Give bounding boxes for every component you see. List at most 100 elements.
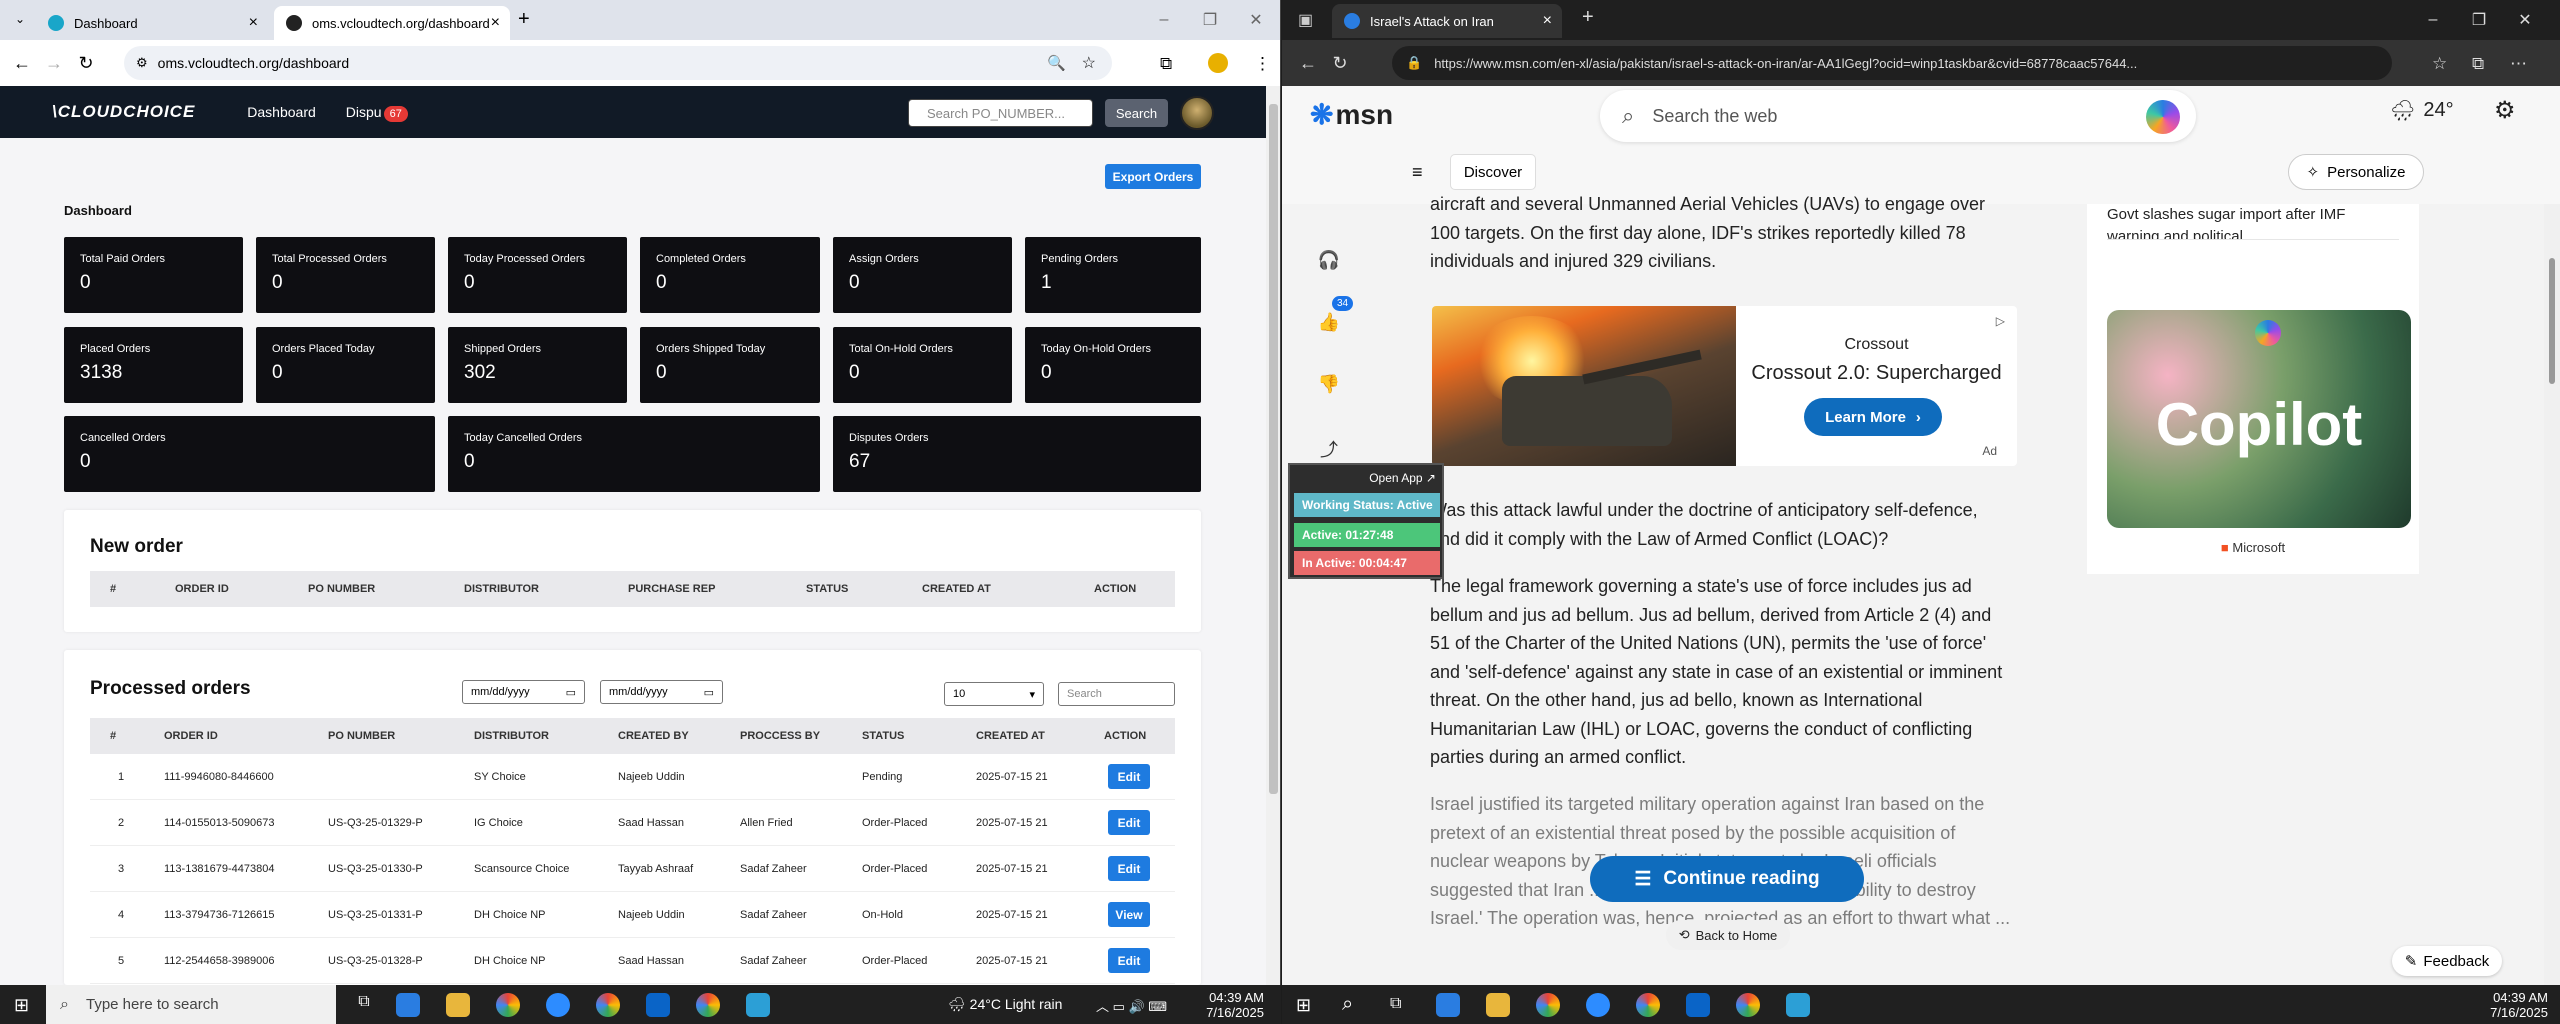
- thumbs-up-icon[interactable]: 👍: [1308, 312, 1350, 333]
- nav-disputes[interactable]: Dispu 67: [346, 104, 408, 122]
- stat-card[interactable]: Today On-Hold Orders 0: [1025, 327, 1201, 403]
- copilot-ad-card[interactable]: Copilot: [2107, 310, 2411, 528]
- stat-card[interactable]: Today Processed Orders 0: [448, 237, 627, 313]
- chrome-icon[interactable]: [1536, 993, 1560, 1017]
- favorites-star-icon[interactable]: ☆: [2432, 54, 2447, 74]
- copilot-icon[interactable]: [2146, 100, 2180, 134]
- reload-icon[interactable]: ↻: [70, 53, 102, 74]
- windows-start-icon[interactable]: ⊞: [1296, 995, 1311, 1016]
- close-tab-icon[interactable]: ×: [1543, 12, 1552, 30]
- edit-order-button[interactable]: Edit: [1108, 856, 1150, 881]
- cloudchoice-logo[interactable]: \CLOUDCHOICE: [52, 102, 195, 122]
- search-icon[interactable]: ⌕: [1342, 993, 1353, 1016]
- edit-order-button[interactable]: Edit: [1108, 764, 1150, 789]
- personalize-button[interactable]: ✧ Personalize: [2288, 154, 2424, 190]
- zoom-app-icon[interactable]: [1586, 993, 1610, 1017]
- back-icon[interactable]: ←: [6, 53, 38, 74]
- table-search-input[interactable]: Search: [1058, 682, 1175, 706]
- chrome-icon[interactable]: [596, 993, 620, 1017]
- learn-more-button[interactable]: Learn More ›: [1804, 398, 1942, 436]
- url-field[interactable]: ⚙ oms.vcloudtech.org/dashboard 🔍 ☆: [124, 46, 1112, 80]
- user-avatar[interactable]: [1180, 96, 1214, 130]
- app-taskbar-icon[interactable]: [746, 993, 770, 1017]
- ad-info-icon[interactable]: ▷: [1996, 314, 2005, 328]
- edit-order-button[interactable]: Edit: [1108, 948, 1150, 973]
- edit-order-button[interactable]: Edit: [1108, 810, 1150, 835]
- edge-taskbar-icon[interactable]: [396, 993, 420, 1017]
- file-explorer-icon[interactable]: [1486, 993, 1510, 1017]
- oms-scrollbar[interactable]: [1266, 86, 1280, 985]
- chrome-icon[interactable]: [496, 993, 520, 1017]
- date-from-input[interactable]: mm/dd/yyyy ▭: [462, 680, 585, 704]
- open-app-link[interactable]: Open App ↗: [1369, 471, 1436, 485]
- stat-card[interactable]: Orders Shipped Today 0: [640, 327, 820, 403]
- back-icon[interactable]: ←: [1292, 53, 1324, 74]
- stat-card[interactable]: Total Processed Orders 0: [256, 237, 435, 313]
- taskbar-weather[interactable]: 🌧 24°C Light rain: [948, 996, 1062, 1013]
- windows-start-icon[interactable]: ⊞: [14, 995, 29, 1016]
- bookmark-star-icon[interactable]: ☆: [1082, 53, 1096, 73]
- stat-card[interactable]: Total Paid Orders 0: [64, 237, 243, 313]
- profile-avatar-icon[interactable]: [1208, 53, 1228, 73]
- extensions-icon[interactable]: ⧉: [2472, 54, 2484, 74]
- stat-card[interactable]: Placed Orders 3138: [64, 327, 243, 403]
- maximize-icon[interactable]: ❐: [2456, 10, 2502, 30]
- chrome-icon[interactable]: [1736, 993, 1760, 1017]
- tab-search-icon[interactable]: ⌄: [4, 12, 36, 26]
- hamburger-menu-icon[interactable]: ≡: [1412, 162, 1423, 183]
- tab-msn-article[interactable]: Israel's Attack on Iran ×: [1332, 4, 1562, 38]
- scroll-thumb[interactable]: [1269, 104, 1278, 794]
- po-search-input[interactable]: Search PO_NUMBER...: [908, 99, 1093, 127]
- reload-icon[interactable]: ↻: [1324, 53, 1356, 74]
- outlook-icon[interactable]: [646, 993, 670, 1017]
- crossout-ad[interactable]: ▷ Crossout Crossout 2.0: Supercharged Le…: [1432, 306, 2017, 466]
- zoom-icon[interactable]: 🔍: [1047, 54, 1066, 72]
- view-order-button[interactable]: View: [1108, 902, 1150, 927]
- headphones-icon[interactable]: 🎧: [1308, 250, 1350, 271]
- edge-taskbar-icon[interactable]: [1436, 993, 1460, 1017]
- stat-card[interactable]: Assign Orders 0: [833, 237, 1012, 313]
- web-search-input[interactable]: ⌕ Search the web: [1600, 90, 2196, 142]
- site-info-icon[interactable]: ⚙: [136, 55, 148, 71]
- forward-icon[interactable]: →: [38, 53, 70, 74]
- maximize-icon[interactable]: ❐: [1187, 10, 1233, 30]
- stat-card[interactable]: Today Cancelled Orders 0: [448, 416, 820, 492]
- extensions-icon[interactable]: ⧉: [1160, 54, 1172, 74]
- collections-icon[interactable]: ⋯: [2510, 54, 2527, 74]
- new-tab-button[interactable]: +: [518, 8, 530, 31]
- scroll-thumb[interactable]: [2549, 258, 2555, 384]
- calendar-icon[interactable]: ▭: [566, 686, 576, 699]
- thumbs-down-icon[interactable]: 👎: [1308, 374, 1350, 395]
- page-size-select[interactable]: 10 ▾: [944, 682, 1044, 706]
- task-view-icon[interactable]: ⧉: [352, 993, 376, 1017]
- taskbar-clock[interactable]: 04:39 AM 7/16/2025: [2452, 990, 2548, 1020]
- po-search-button[interactable]: Search: [1105, 99, 1168, 127]
- chrome-icon[interactable]: [696, 993, 720, 1017]
- stat-card[interactable]: Disputes Orders 67: [833, 416, 1201, 492]
- date-to-input[interactable]: mm/dd/yyyy ▭: [600, 680, 723, 704]
- file-explorer-icon[interactable]: [446, 993, 470, 1017]
- chrome-icon[interactable]: [1636, 993, 1660, 1017]
- stat-card[interactable]: Cancelled Orders 0: [64, 416, 435, 492]
- stat-card[interactable]: Pending Orders 1: [1025, 237, 1201, 313]
- back-to-home-button[interactable]: ⟲ Back to Home: [1666, 920, 1790, 950]
- weather-widget[interactable]: 🌧 24°: [2390, 98, 2454, 123]
- stat-card[interactable]: Completed Orders 0: [640, 237, 820, 313]
- export-orders-button[interactable]: Export Orders: [1105, 164, 1201, 189]
- msn-logo[interactable]: ❋ msn: [1310, 98, 1393, 131]
- app-taskbar-icon[interactable]: [1786, 993, 1810, 1017]
- url-field[interactable]: 🔒 https://www.msn.com/en-xl/asia/pakista…: [1392, 46, 2392, 80]
- tab-actions-icon[interactable]: ▣: [1298, 10, 1313, 30]
- task-view-icon[interactable]: ⧉: [1390, 995, 1401, 1013]
- zoom-app-icon[interactable]: [546, 993, 570, 1017]
- continue-reading-button[interactable]: ☰ Continue reading: [1590, 856, 1864, 902]
- side-news-item[interactable]: Govt slashes sugar import after IMF warn…: [2107, 204, 2399, 240]
- msn-scrollbar[interactable]: [2544, 204, 2560, 985]
- taskbar-clock[interactable]: 04:39 AM 7/16/2025: [1168, 990, 1264, 1020]
- close-tab-icon[interactable]: ×: [491, 14, 500, 32]
- taskbar-search-input[interactable]: ⌕ Type here to search: [46, 985, 336, 1024]
- calendar-icon[interactable]: ▭: [704, 686, 714, 699]
- minimize-icon[interactable]: –: [1141, 11, 1187, 29]
- stat-card[interactable]: Total On-Hold Orders 0: [833, 327, 1012, 403]
- system-tray-icons[interactable]: ︿ ▭ 🔊 ⌨: [1096, 996, 1167, 1015]
